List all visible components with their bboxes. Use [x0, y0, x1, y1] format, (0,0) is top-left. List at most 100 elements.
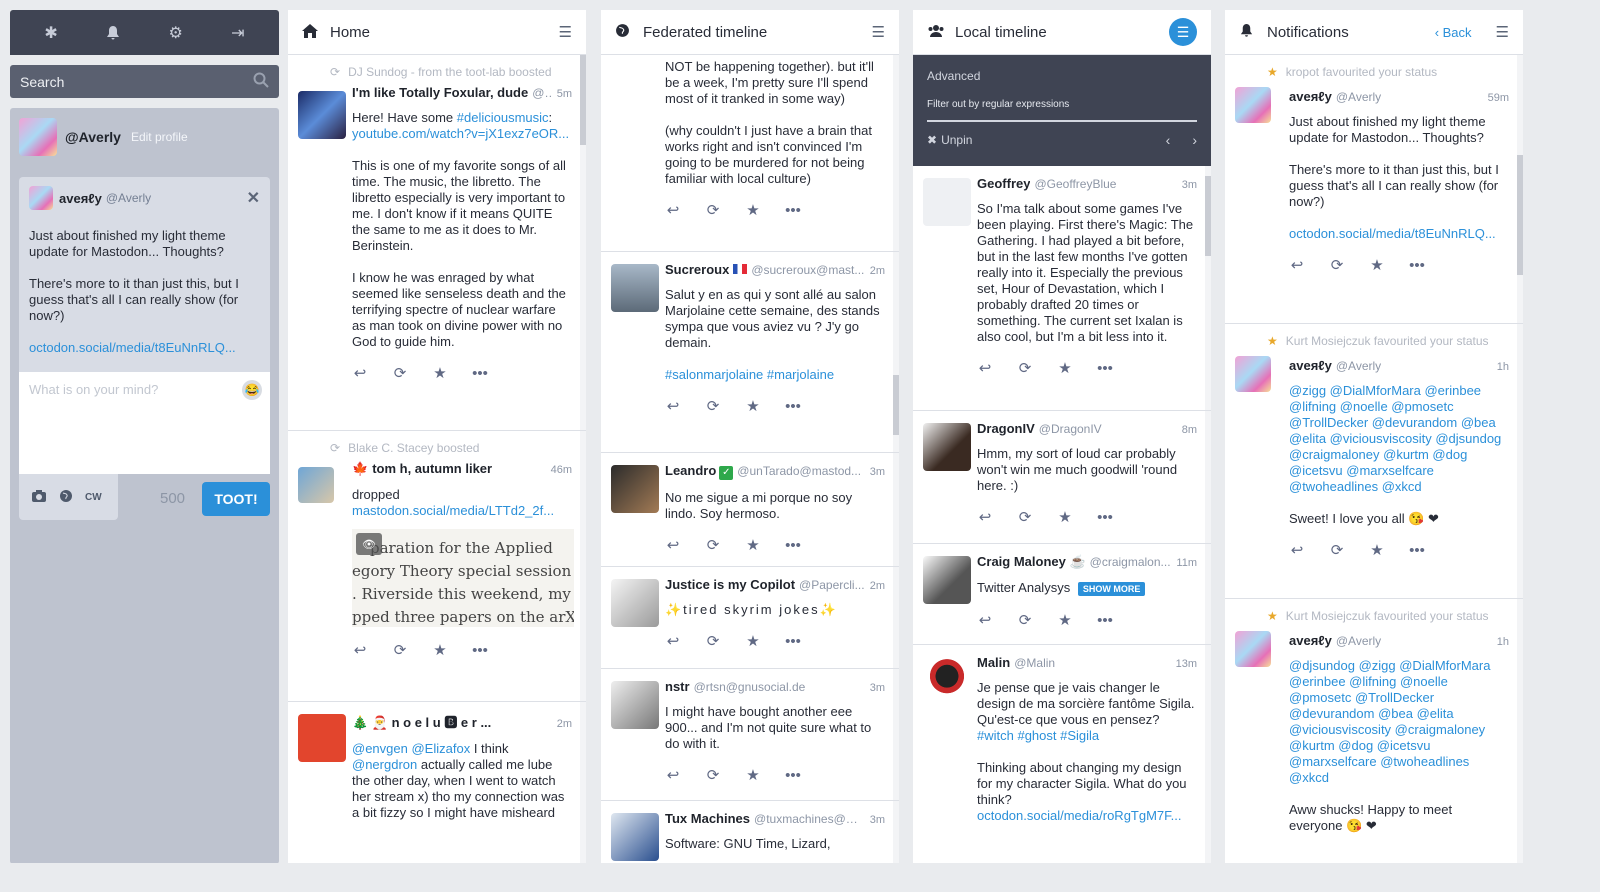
status-author-handle[interactable]: @... [532, 86, 552, 100]
status-author-handle[interactable]: @rtsn@gnusocial.de [694, 680, 866, 694]
status-time[interactable]: 8m [1178, 424, 1197, 436]
avatar[interactable] [923, 657, 971, 705]
status-author-name[interactable]: Justice is my Copilot [665, 577, 795, 592]
status-author-name[interactable]: Craig Maloney ☕ [977, 554, 1086, 570]
sliders-icon[interactable]: ☰ [559, 23, 572, 41]
hashtag-link[interactable]: #deliciousmusic [457, 110, 549, 125]
status-author-name[interactable]: Sucreroux [665, 262, 729, 277]
column-header[interactable]: Home ☰ [288, 10, 586, 55]
reply-icon[interactable]: ↩ [352, 364, 368, 382]
more-icon[interactable]: ••• [1097, 509, 1113, 526]
sliders-icon[interactable]: ☰ [872, 23, 885, 41]
media-attachment[interactable]: 👁 paration for the Applied egory Theory … [352, 529, 574, 627]
favourite-icon[interactable]: ★ [745, 766, 761, 784]
boost-icon[interactable]: ⟳ [1329, 256, 1345, 274]
hashtag-link[interactable]: #salonmarjolaine #marjolaine [665, 367, 834, 382]
status-author-name[interactable]: Malin [977, 655, 1010, 670]
favourite-icon[interactable]: ★ [745, 632, 761, 650]
status[interactable]: DragonIV @DragonIV 8m Hmm, my sort of lo… [913, 411, 1211, 544]
status-author-handle[interactable]: @DragonIV [1039, 422, 1178, 436]
compose-textarea[interactable]: What is on your mind? 😂 [19, 372, 270, 474]
toot-button[interactable]: TOOT! [202, 482, 270, 516]
status-author-handle[interactable]: @Averly [1336, 359, 1493, 373]
boost-icon[interactable]: ⟳ [392, 364, 408, 382]
reply-icon[interactable]: ↩ [665, 766, 681, 784]
status-author-name[interactable]: aveяℓy [1289, 633, 1332, 648]
more-icon[interactable]: ••• [785, 767, 801, 784]
more-icon[interactable]: ••• [785, 398, 801, 415]
gear-icon[interactable]: ⚙ [164, 21, 188, 45]
notification[interactable]: ★ Kurt Mosiejczuk favourited your status … [1225, 599, 1523, 863]
more-icon[interactable]: ••• [1097, 360, 1113, 377]
status[interactable]: Geoffrey @GeoffreyBlue 3m So I'ma talk a… [913, 166, 1211, 411]
reply-icon[interactable]: ↩ [977, 359, 993, 377]
boost-icon[interactable]: ⟳ [1017, 611, 1033, 629]
reply-icon[interactable]: ↩ [1289, 256, 1305, 274]
sliders-icon[interactable]: ☰ [1169, 18, 1197, 46]
globe-icon[interactable] [59, 489, 73, 506]
status-author-name[interactable]: DragonIV [977, 421, 1035, 436]
status-time[interactable]: 1h [1493, 636, 1509, 648]
status-author-name[interactable]: aveяℓy [1289, 89, 1332, 104]
avatar[interactable] [923, 556, 971, 604]
more-icon[interactable]: ••• [1409, 542, 1425, 559]
boost-icon[interactable]: ⟳ [1017, 359, 1033, 377]
boost-icon[interactable]: ⟳ [705, 766, 721, 784]
status-link[interactable]: youtube.com/watch?v=jX1exz7eOR... [352, 126, 569, 141]
status[interactable]: Leandro ✓ @unTarado@mastod... 3m No me s… [601, 453, 899, 567]
status-time[interactable]: 11m [1172, 557, 1197, 569]
status-time[interactable]: 3m [1178, 179, 1197, 191]
avatar[interactable] [611, 579, 659, 627]
favourite-icon[interactable]: ★ [1369, 541, 1385, 559]
reply-icon[interactable]: ↩ [665, 632, 681, 650]
reply-icon[interactable]: ↩ [977, 508, 993, 526]
status-time[interactable]: 13m [1172, 658, 1197, 670]
status-time[interactable]: 1h [1493, 361, 1509, 373]
regex-filter-input[interactable] [927, 120, 1197, 122]
edit-profile-link[interactable]: Edit profile [131, 130, 188, 144]
avatar[interactable] [923, 178, 971, 226]
favourite-icon[interactable]: ★ [745, 397, 761, 415]
close-icon[interactable]: ✕ [247, 188, 260, 208]
avatar[interactable] [611, 264, 659, 312]
boost-icon[interactable]: ⟳ [705, 536, 721, 554]
status-author-handle[interactable]: @unTarado@mastod... [737, 464, 865, 478]
status-link[interactable]: octodon.social/media/t8EuNnRLQ... [1289, 226, 1496, 241]
reply-icon[interactable]: ↩ [665, 536, 681, 554]
sign-out-icon[interactable]: ⇥ [226, 21, 250, 45]
chevron-left-icon[interactable]: ‹ [1166, 132, 1171, 148]
status[interactable]: Sucreroux @sucreroux@mast... 2m Salut y … [601, 252, 899, 453]
mention-link[interactable]: @nergdron [352, 757, 417, 772]
status-author-name[interactable]: Tux Machines [665, 811, 750, 826]
boost-icon[interactable]: ⟳ [392, 641, 408, 659]
status-author-handle[interactable]: @Malin [1014, 656, 1171, 670]
back-button[interactable]: ‹ Back [1435, 25, 1472, 40]
account-handle[interactable]: @Averly [65, 129, 121, 145]
avatar[interactable] [19, 118, 57, 156]
favourite-icon[interactable]: ★ [1369, 256, 1385, 274]
status[interactable]: Craig Maloney ☕ @craigmalon... 11m Twitt… [913, 544, 1211, 645]
more-icon[interactable]: ••• [785, 633, 801, 650]
avatar[interactable] [923, 423, 971, 471]
avatar[interactable] [611, 813, 659, 861]
show-more-button[interactable]: SHOW MORE [1077, 582, 1146, 596]
avatar[interactable] [298, 91, 346, 139]
favourite-icon[interactable]: ★ [432, 364, 448, 382]
hashtag-link[interactable]: #witch #ghost #Sigila [977, 728, 1099, 743]
avatar[interactable] [298, 467, 334, 503]
status-time[interactable]: 59m [1484, 92, 1509, 104]
camera-icon[interactable] [31, 489, 47, 506]
status-author-handle[interactable]: @sucreroux@mast... [751, 263, 865, 277]
status-time[interactable]: 2m [866, 265, 885, 277]
status-time[interactable]: 3m [866, 814, 885, 826]
status-time[interactable]: 3m [866, 466, 885, 478]
status-author-handle[interactable]: @tuxmachines@m... [754, 812, 866, 826]
status-author-handle[interactable]: @Papercli... [799, 578, 866, 592]
favourite-icon[interactable]: ★ [432, 641, 448, 659]
favourite-icon[interactable]: ★ [745, 536, 761, 554]
status-time[interactable]: 5m [553, 88, 572, 100]
status[interactable]: ⟳ DJ Sundog - from the toot-lab boosted I… [288, 55, 586, 431]
notification[interactable]: ★ Kurt Mosiejczuk favourited your status … [1225, 324, 1523, 599]
status-author-handle[interactable]: @Averly [1336, 90, 1484, 104]
more-icon[interactable]: ••• [472, 365, 488, 382]
